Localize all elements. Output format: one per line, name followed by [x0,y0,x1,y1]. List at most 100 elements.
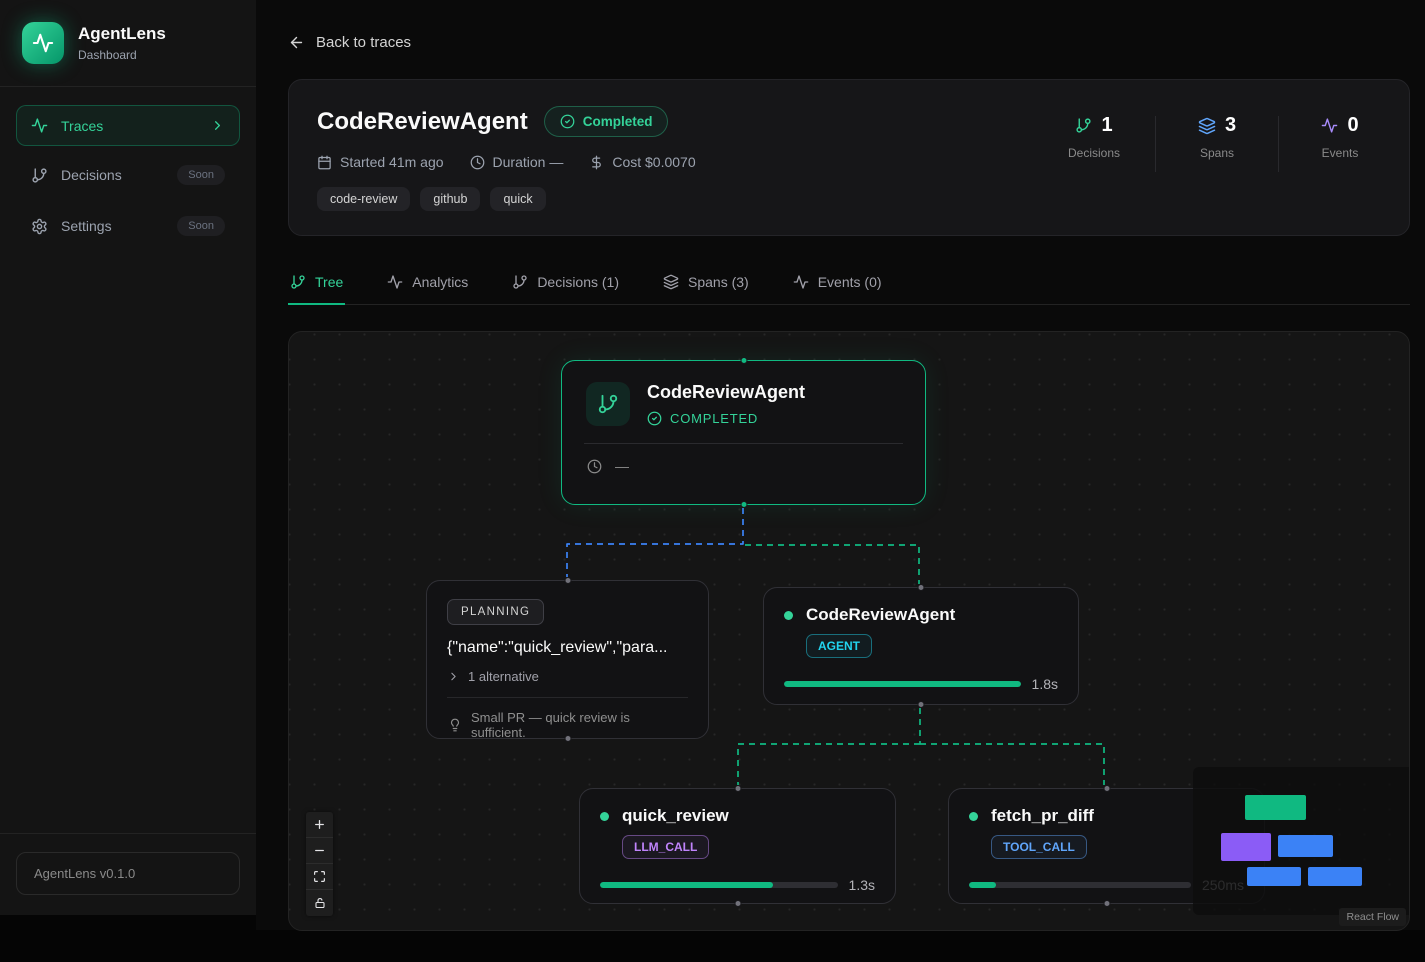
duration-bar-fill [784,681,1021,687]
clock-icon [470,155,485,170]
decision-rationale: Small PR — quick review is sufficient. [471,710,687,740]
node-root-agent[interactable]: CodeReviewAgent COMPLETED — [561,360,926,505]
node-handle [740,357,747,364]
divider [1278,116,1279,172]
clock-icon [587,459,602,474]
duration-bar-track [600,882,838,888]
node-handle [734,900,741,907]
span-duration: 1.8s [1032,676,1058,692]
soon-badge: Soon [177,165,225,185]
duration-bar-fill [969,882,996,888]
sidebar-item-settings[interactable]: Settings Soon [16,204,240,248]
stat-label: Events [1301,146,1379,160]
fit-view-button[interactable] [306,864,333,890]
meta-duration: Duration — [470,154,564,170]
trace-tree-canvas[interactable]: CodeReviewAgent COMPLETED — [288,331,1410,931]
node-span-agent[interactable]: CodeReviewAgent AGENT 1.8s [763,587,1079,705]
stat-decisions: 1 Decisions [1055,114,1133,160]
divider [1155,116,1156,172]
activity-icon [1321,117,1338,134]
sidebar-header: AgentLens Dashboard [0,0,256,87]
duration-bar-track [969,882,1191,888]
edge-agent-llm [738,744,920,785]
sidebar-nav: Traces Decisions Soon Settings Soon [0,87,256,266]
check-circle-icon [560,114,575,129]
activity-icon [31,117,48,134]
trace-tags: code-review github quick [317,187,696,211]
trace-meta-row: Started 41m ago Duration — Cost $0.0070 [317,154,696,170]
minimap-node-planning [1221,833,1271,861]
calendar-icon [317,155,332,170]
app-subtitle: Dashboard [78,48,166,62]
span-duration: 1.3s [849,877,875,893]
span-type-badge: AGENT [806,634,872,658]
alternatives-toggle[interactable]: 1 alternative [447,669,688,684]
status-dot [784,611,793,620]
tab-decisions[interactable]: Decisions (1) [510,266,621,305]
sidebar-item-label: Decisions [61,167,122,183]
back-to-traces-link[interactable]: Back to traces [288,34,411,51]
lock-button[interactable] [306,890,333,916]
tab-analytics[interactable]: Analytics [385,266,470,305]
node-decision-planning[interactable]: PLANNING {"name":"quick_review","para...… [426,580,709,739]
sidebar-item-label: Traces [61,118,103,134]
minimap-node-quick-review [1247,867,1301,886]
tab-spans[interactable]: Spans (3) [661,266,751,305]
tab-tree[interactable]: Tree [288,266,345,305]
zoom-in-button[interactable] [306,812,333,838]
stat-events: 0 Events [1301,114,1379,160]
status-dot [969,812,978,821]
stat-value: 3 [1225,114,1236,137]
zoom-out-button[interactable] [306,838,333,864]
status-label: Completed [583,114,653,129]
back-link-label: Back to traces [316,34,411,51]
react-flow-attribution[interactable]: React Flow [1339,908,1406,926]
stat-label: Spans [1178,146,1256,160]
activity-icon [793,274,809,290]
arrow-left-icon [288,34,305,51]
tab-events[interactable]: Events (0) [791,266,884,305]
tag: github [420,187,480,211]
layers-icon [1198,117,1216,135]
app-version: AgentLens v0.1.0 [16,852,240,895]
node-handle [918,701,925,708]
decision-chosen-value: {"name":"quick_review","para... [447,639,688,657]
tab-label: Decisions (1) [537,274,619,290]
node-handle [564,577,571,584]
edge-root-agent [745,545,919,584]
sidebar-item-decisions[interactable]: Decisions Soon [16,153,240,197]
soon-badge: Soon [177,216,225,236]
sidebar-footer: AgentLens v0.1.0 [0,833,256,915]
node-handle [734,785,741,792]
edge-agent-tool [920,744,1104,785]
main-content: Back to traces CodeReviewAgent Completed [256,0,1425,930]
check-circle-icon [647,411,662,426]
tag: code-review [317,187,410,211]
node-handle [740,501,747,508]
chevron-right-icon [447,670,460,683]
git-branch-icon [1075,117,1092,134]
node-handle [564,735,571,742]
git-branch-icon [31,167,48,184]
sidebar-item-traces[interactable]: Traces [16,105,240,146]
tab-label: Events (0) [818,274,882,290]
minus-icon [313,844,326,857]
duration-bar-track [784,681,1021,687]
app-logo [22,22,64,64]
gear-icon [31,218,48,235]
git-branch-icon [512,274,528,290]
plus-icon [313,818,326,831]
flow-minimap[interactable] [1193,767,1410,915]
span-type-badge: LLM_CALL [622,835,709,859]
stat-spans: 3 Spans [1178,114,1256,160]
sidebar-item-label: Settings [61,218,112,234]
flow-controls [306,812,333,916]
lock-icon [314,897,326,909]
node-span-quick-review[interactable]: quick_review LLM_CALL 1.3s [579,788,896,904]
app-root: AgentLens Dashboard Traces Decisions Soo… [0,0,1425,930]
alternatives-label: 1 alternative [468,669,539,684]
tab-label: Tree [315,274,343,290]
trace-stats: 1 Decisions 3 Spans [1055,114,1379,211]
activity-icon [32,32,54,54]
status-dot [600,812,609,821]
